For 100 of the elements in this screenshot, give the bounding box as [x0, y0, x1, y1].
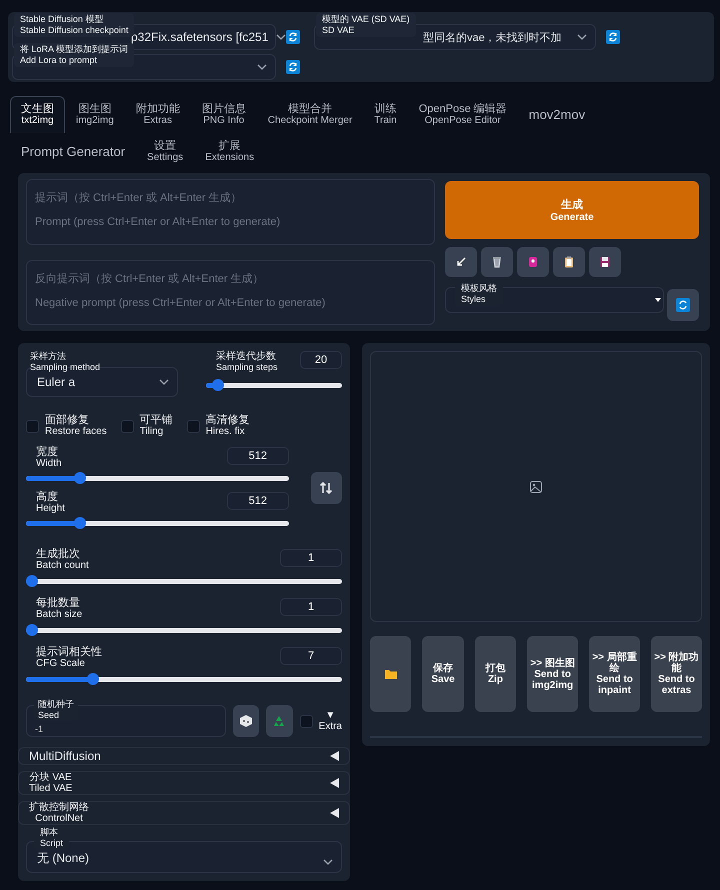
- slider[interactable]: [26, 624, 342, 636]
- field-label: 每批数量: [36, 598, 81, 609]
- tab[interactable]: mov2mov: [518, 96, 596, 133]
- tab[interactable]: 文生图 txt2img: [10, 96, 65, 133]
- field-sublabel: Tiling: [140, 426, 164, 437]
- field-sublabel: Restore faces: [45, 426, 107, 437]
- tool-button[interactable]: [553, 247, 585, 277]
- field-label: 提示词相关性: [36, 647, 102, 658]
- field-label: 脚本: [40, 827, 59, 838]
- field-sublabel: SD VAE: [322, 25, 356, 36]
- field-sublabel: Script: [40, 838, 64, 849]
- tab[interactable]: 扩展 Extensions: [194, 133, 266, 170]
- refresh-button[interactable]: [606, 30, 620, 44]
- output-button[interactable]: >> 局部重绘 Send to inpaint: [589, 636, 640, 712]
- tab[interactable]: 图片信息 PNG Info: [190, 96, 257, 133]
- trash-icon: [490, 255, 504, 269]
- refresh-icon: [676, 298, 690, 312]
- field-label: 高度: [36, 492, 59, 503]
- field-label: 宽度: [36, 447, 59, 458]
- output-button[interactable]: >> 附加功能 Send to extras: [651, 636, 702, 712]
- field-label: 面部修复: [45, 415, 90, 426]
- field-sublabel: Batch count: [36, 560, 89, 571]
- field-sublabel: Batch size: [36, 609, 82, 620]
- chevron-icon: [159, 377, 169, 387]
- image-icon: [529, 480, 543, 494]
- field-sublabel: Sampling steps: [216, 362, 278, 373]
- tab[interactable]: 训练 Train: [363, 96, 408, 133]
- field-label: 可平铺: [140, 415, 173, 426]
- tool-button[interactable]: [589, 247, 621, 277]
- chevron-icon: [577, 32, 587, 42]
- swap-button[interactable]: [310, 472, 342, 504]
- field-label: 采样迭代步数: [216, 351, 277, 362]
- field-label: 模型的 VAE (SD VAE): [322, 14, 410, 25]
- number-field[interactable]: 20: [300, 351, 342, 369]
- slider[interactable]: [206, 379, 342, 391]
- slider[interactable]: [26, 575, 342, 587]
- generate-button[interactable]: 生成 Generate: [445, 181, 699, 239]
- slider[interactable]: [26, 517, 289, 529]
- tool-button[interactable]: [481, 247, 513, 277]
- tab[interactable]: 附加功能 Extras: [124, 96, 191, 133]
- checkbox[interactable]: [300, 714, 313, 728]
- clipboard-icon: [562, 255, 576, 269]
- tab[interactable]: 模型合并 Checkpoint Merger: [256, 96, 364, 133]
- number-field[interactable]: 1: [280, 549, 342, 567]
- chevron-icon: [257, 62, 267, 72]
- negative-prompt-field[interactable]: 反向提示词（按 Ctrl+Enter 或 Alt+Enter 生成） Negative prompt (press Ctrl+Enter or Alt+Enter to generate): [26, 260, 435, 325]
- toggle-icon[interactable]: ▼: [325, 710, 336, 721]
- field-sublabel: Height: [36, 503, 65, 514]
- tool-button[interactable]: [445, 247, 477, 277]
- triangle-icon: [330, 808, 339, 818]
- field-sublabel: CFG Scale: [36, 658, 86, 669]
- checkbox-label: Extra: [318, 721, 342, 732]
- dice-icon: [239, 714, 254, 728]
- number-field[interactable]: 1: [280, 598, 342, 616]
- refresh-icon: [286, 60, 300, 74]
- output-button[interactable]: 保存 Save: [422, 636, 464, 712]
- slider[interactable]: [26, 673, 342, 685]
- checkbox[interactable]: [186, 420, 200, 432]
- floppy-icon: [598, 255, 612, 269]
- swap-arrows-icon: [319, 481, 334, 495]
- number-field[interactable]: 7: [280, 647, 342, 665]
- field-sublabel: Seed: [38, 710, 60, 721]
- chevron-icon: [323, 857, 333, 867]
- field-label: 生成批次: [36, 549, 81, 560]
- output-button[interactable]: 打包 Zip: [474, 636, 516, 712]
- field-sublabel: Stable Diffusion checkpoint: [20, 25, 128, 36]
- checkbox[interactable]: [120, 420, 134, 432]
- field-sublabel: Hires. fix: [206, 426, 246, 437]
- slider[interactable]: [26, 472, 289, 484]
- accordion-header[interactable]: MultiDiffusion: [18, 747, 350, 765]
- triangle-icon: [330, 778, 339, 788]
- triangle-icon: [330, 751, 339, 761]
- field-sublabel: Width: [36, 458, 62, 469]
- refresh-button[interactable]: [286, 60, 300, 74]
- folder-button[interactable]: [370, 636, 412, 712]
- recycle-button[interactable]: [266, 705, 293, 737]
- tab[interactable]: Prompt Generator: [10, 133, 136, 170]
- tab[interactable]: 图生图 img2img: [65, 96, 125, 133]
- tab[interactable]: 设置 Settings: [136, 133, 194, 170]
- field-label: Stable Diffusion 模型: [20, 14, 104, 25]
- field-label: 采样方法: [30, 351, 67, 362]
- accordion-header[interactable]: 扩散控制网络 ControlNet: [18, 801, 350, 825]
- tab[interactable]: OpenPose 编辑器 OpenPose Editor: [408, 96, 518, 133]
- output-button[interactable]: >> 图生图 Send to img2img: [527, 636, 578, 712]
- dice-button[interactable]: [233, 705, 260, 737]
- prompt-field[interactable]: 提示词（按 Ctrl+Enter 或 Alt+Enter 生成） Prompt (press Ctrl+Enter or Alt+Enter to generate): [26, 179, 435, 244]
- refresh-button[interactable]: [286, 30, 300, 44]
- field-sublabel: Styles: [461, 294, 487, 305]
- refresh-button[interactable]: [667, 289, 699, 321]
- refresh-icon: [286, 30, 300, 44]
- field-label: 模板风格: [461, 283, 497, 294]
- field-label: 高清修复: [206, 415, 250, 426]
- refresh-icon: [606, 30, 620, 44]
- number-field[interactable]: 512: [226, 492, 289, 510]
- field-sublabel: Add Lora to prompt: [20, 55, 98, 66]
- chevron-icon: [276, 32, 286, 42]
- accordion-header[interactable]: 分块 VAE Tiled VAE: [18, 771, 350, 795]
- number-field[interactable]: 512: [226, 447, 289, 465]
- folder-icon: [384, 668, 398, 680]
- checkbox[interactable]: [26, 420, 39, 432]
